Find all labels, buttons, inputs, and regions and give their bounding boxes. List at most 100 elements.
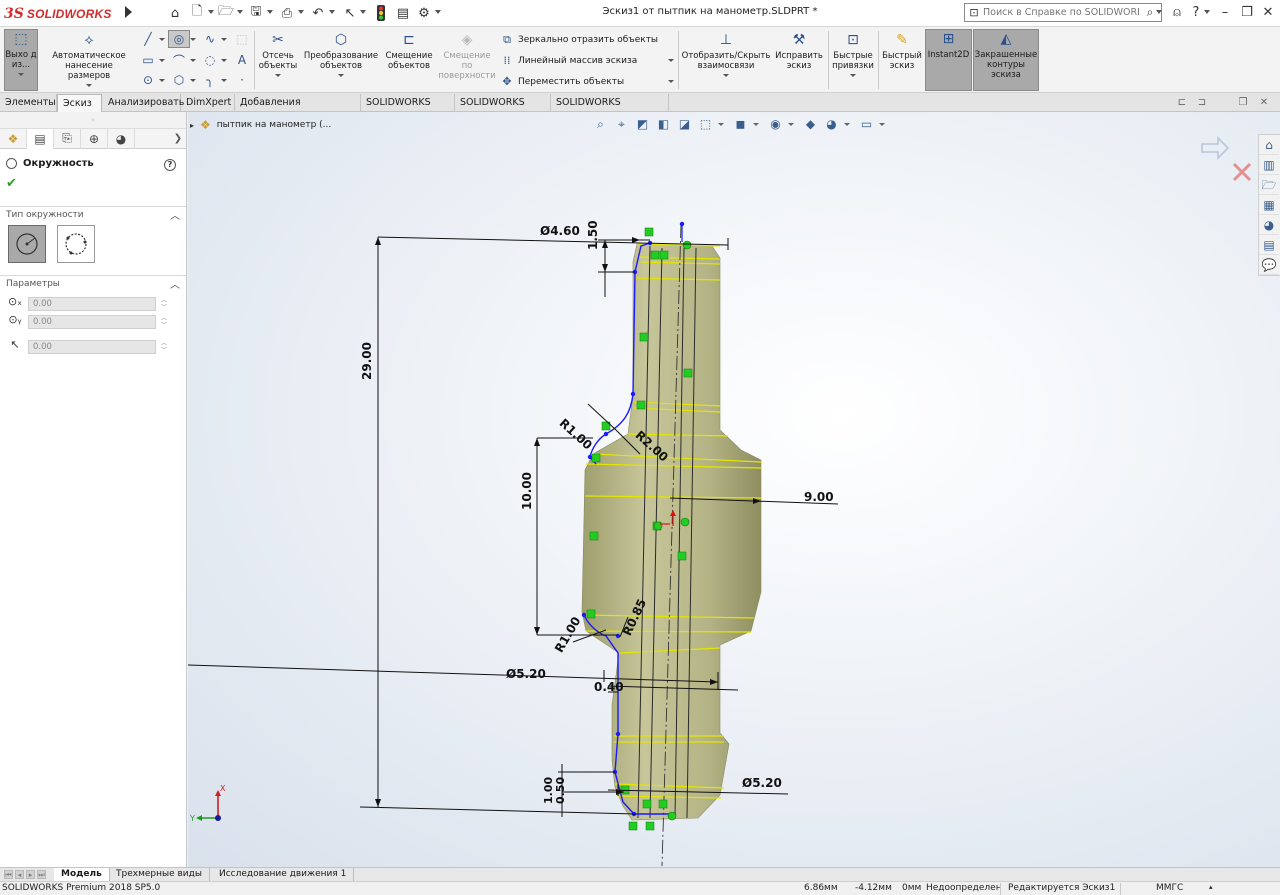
- collapse-chevron-icon[interactable]: ︿: [170, 276, 180, 291]
- configuration-manager-tab-icon[interactable]: ⎘: [54, 128, 81, 149]
- center-circle-type-button[interactable]: [8, 225, 46, 263]
- select-icon[interactable]: ↖: [341, 4, 359, 22]
- rebuild-icon[interactable]: [372, 4, 390, 22]
- save-icon[interactable]: 🖫: [247, 4, 265, 22]
- spline-dropdown-icon[interactable]: [221, 38, 227, 41]
- circle-icon[interactable]: ◎: [168, 30, 190, 48]
- tab-motion-study[interactable]: Исследование движения 1: [212, 868, 355, 882]
- arc-dropdown-icon[interactable]: [190, 59, 196, 62]
- shaded-sketch-contours-button[interactable]: ◭ Закрашенные контуры эскиза: [973, 29, 1039, 91]
- rectangle-dropdown-icon[interactable]: [159, 59, 165, 62]
- file-explorer-icon[interactable]: 🗁: [1259, 175, 1279, 195]
- quick-snaps-dropdown-icon[interactable]: [850, 74, 856, 77]
- polygon-icon[interactable]: ⬡: [168, 71, 190, 89]
- trim-dropdown-icon[interactable]: [275, 74, 281, 77]
- dimension-width-mid[interactable]: 9.00: [804, 490, 834, 504]
- fillet-dropdown-icon[interactable]: [221, 79, 227, 82]
- help-search-box[interactable]: ⊡ ⌕: [964, 3, 1162, 22]
- arc-icon[interactable]: ⌒: [168, 51, 190, 69]
- doc-close-icon[interactable]: ✕: [1257, 97, 1271, 109]
- dimension-diameter-top[interactable]: Ø4.60: [540, 224, 580, 238]
- rapid-sketch-button[interactable]: ✎ Быстрый эскиз: [881, 31, 923, 71]
- ok-check-icon[interactable]: ✔: [6, 176, 17, 191]
- pane-left-icon[interactable]: ⊏: [1175, 97, 1189, 109]
- exit-sketch-dropdown-icon[interactable]: [18, 73, 24, 76]
- ellipse-icon[interactable]: ◌: [199, 51, 221, 69]
- dimension-diameter-neck[interactable]: Ø5.20: [506, 667, 546, 681]
- tab-last-icon[interactable]: ⏭: [37, 870, 46, 879]
- trim-button[interactable]: ✂ Отсечь объекты: [258, 31, 298, 77]
- parameters-section-header[interactable]: Параметры ︿: [0, 275, 186, 291]
- open-dropdown-icon[interactable]: [237, 10, 243, 14]
- linear-pattern-dropdown-icon[interactable]: [668, 59, 674, 62]
- pane-restore-icon[interactable]: ⊐: [1195, 97, 1209, 109]
- help-search-scope-icon[interactable]: ⊡: [965, 6, 983, 19]
- panel-grip[interactable]: ◦: [0, 112, 186, 129]
- cancel-sketch-corner-icon[interactable]: [1232, 162, 1252, 182]
- convert-dropdown-icon[interactable]: [338, 74, 344, 77]
- circle-dropdown-icon[interactable]: [190, 38, 196, 41]
- slot-dropdown-icon[interactable]: [159, 79, 165, 82]
- center-y-spinner-icon[interactable]: ︿ ﹀: [160, 315, 168, 329]
- tab-sketch[interactable]: Эскиз: [57, 94, 102, 112]
- point-icon[interactable]: ·: [231, 71, 253, 89]
- help-search-input[interactable]: [983, 7, 1139, 18]
- tab-solidworks-mbd[interactable]: SOLIDWORKS MBD: [361, 94, 455, 125]
- smart-dimension-button[interactable]: ⟡ Автоматическое нанесение размеров: [44, 31, 134, 87]
- close-icon[interactable]: ✕: [1259, 4, 1277, 22]
- dimension-diameter-bottom[interactable]: Ø5.20: [742, 776, 782, 790]
- menu-expand-arrow-icon[interactable]: [125, 6, 132, 18]
- rectangle-icon[interactable]: ▭: [137, 51, 159, 69]
- tab-solidworks-cam[interactable]: SOLIDWORKS CAM: [455, 94, 551, 125]
- collapse-chevron-icon[interactable]: ︿: [170, 207, 180, 222]
- minimize-icon[interactable]: –: [1216, 4, 1234, 22]
- spline-icon[interactable]: ∿: [199, 30, 221, 48]
- graphics-area[interactable]: ▸ ❖ пытпик на манометр (... ⌕ ⌖ ◩ ◧ ◪ ⬚ …: [188, 112, 1280, 868]
- help-button[interactable]: ?: [164, 159, 176, 171]
- new-document-icon[interactable]: 🗋: [188, 4, 206, 22]
- file-properties-icon[interactable]: ▤: [394, 4, 412, 22]
- save-dropdown-icon[interactable]: [267, 10, 273, 14]
- move-dropdown-icon[interactable]: [668, 80, 674, 83]
- print-icon[interactable]: ⎙: [278, 4, 296, 22]
- line-icon[interactable]: ╱: [137, 30, 159, 48]
- custom-properties-icon[interactable]: ▤: [1259, 235, 1279, 255]
- design-library-icon[interactable]: ▥: [1259, 155, 1279, 175]
- restore-icon[interactable]: ❐: [1238, 4, 1256, 22]
- fillet-icon[interactable]: ╮: [199, 71, 221, 89]
- tab-dimxpert[interactable]: DimXpert: [181, 94, 235, 112]
- smart-dimension-dropdown-icon[interactable]: [86, 84, 92, 87]
- offset-entities-button[interactable]: ⊏ Смещение объектов: [383, 31, 435, 71]
- sketch-canvas[interactable]: [188, 112, 1280, 868]
- slot-icon[interactable]: ⊙: [137, 71, 159, 89]
- select-dropdown-icon[interactable]: [360, 10, 366, 14]
- help-dropdown-icon[interactable]: [1204, 10, 1210, 14]
- convert-entities-button[interactable]: ⬡ Преобразование объектов: [302, 31, 380, 77]
- undo-dropdown-icon[interactable]: [329, 10, 335, 14]
- tab-model[interactable]: Модель: [54, 868, 110, 882]
- repair-sketch-button[interactable]: ⚒ Исправить эскиз: [774, 31, 824, 71]
- dimension-height-mid[interactable]: 10.00: [520, 472, 534, 510]
- undo-icon[interactable]: ↶: [309, 4, 327, 22]
- home-icon[interactable]: ⌂: [166, 4, 184, 22]
- solidworks-logo[interactable]: 3S SOLIDWORKS: [4, 3, 122, 25]
- feature-manager-tab-icon[interactable]: ❖: [0, 128, 27, 149]
- user-icon[interactable]: ⍝: [1168, 4, 1186, 22]
- dimension-height-bottom-2[interactable]: 0.50: [554, 777, 567, 804]
- center-y-input[interactable]: 0.00: [28, 315, 156, 329]
- tab-features[interactable]: Элементы: [0, 94, 57, 112]
- instant2d-button[interactable]: ⊞ Instant2D: [925, 29, 972, 91]
- unit-system[interactable]: ММГС: [1156, 883, 1183, 893]
- center-x-input[interactable]: 0.00: [28, 297, 156, 311]
- appearances-icon[interactable]: ◕: [1259, 215, 1279, 235]
- polygon-dropdown-icon[interactable]: [190, 79, 196, 82]
- radius-spinner-icon[interactable]: ︿ ﹀: [160, 340, 168, 354]
- dimxpert-manager-tab-icon[interactable]: ⊕: [81, 128, 108, 149]
- doc-restore-icon[interactable]: ❐: [1236, 97, 1250, 109]
- exit-sketch-button[interactable]: ⬚ Выхо д из...: [4, 29, 38, 91]
- forum-icon[interactable]: 💬: [1259, 255, 1279, 275]
- ellipse-dropdown-icon[interactable]: [221, 59, 227, 62]
- unit-system-dropdown-icon[interactable]: ▴: [1209, 883, 1213, 891]
- display-manager-tab-icon[interactable]: ◕: [108, 128, 135, 149]
- display-relations-dropdown-icon[interactable]: [723, 74, 729, 77]
